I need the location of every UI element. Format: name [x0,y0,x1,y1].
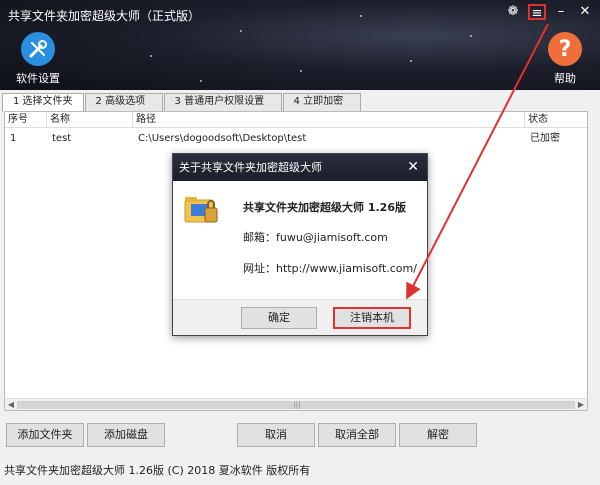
tab-advanced[interactable]: 2 高级选项 [84,93,163,111]
ok-button[interactable]: 确定 [241,307,317,329]
scroll-grip-icon: ||| [293,401,301,409]
skin-icon[interactable]: ❁ [504,4,522,20]
dialog-close-icon[interactable]: ✕ [407,154,419,181]
star-decoration [360,15,362,17]
cancel-all-button[interactable]: 取消全部 [318,423,396,447]
menu-icon[interactable]: ≡ [528,4,546,21]
scroll-left-icon[interactable]: ◀ [5,399,17,411]
star-decoration [200,80,202,82]
star-decoration [240,30,242,32]
close-icon[interactable]: ✕ [576,4,594,20]
settings-button[interactable]: 软件设置 [16,32,60,86]
decrypt-button[interactable]: 解密 [399,423,477,447]
column-header-index[interactable]: 序号 [5,112,47,128]
tab-permissions[interactable]: 3 普通用户权限设置 [163,93,282,111]
question-icon: ? [548,32,582,66]
help-button[interactable]: ? 帮助 [548,32,582,86]
tab-bar: 1 选择文件夹 2 高级选项 3 普通用户权限设置 4 立即加密 [2,93,362,112]
dialog-title-bar: 关于共享文件夹加密超级大师 ✕ [173,154,427,181]
product-name: 共享文件夹加密超级大师 1.26版 [243,201,406,214]
horizontal-scrollbar[interactable]: ◀ ||| ▶ [5,398,587,410]
window-title: 共享文件夹加密超级大师（正式版） [8,9,201,23]
website-url: 网址：http://www.jiamisoft.com/ [243,262,417,275]
tab-encrypt-now[interactable]: 4 立即加密 [282,93,361,111]
contact-email: 邮箱：fuwu@jiamisoft.com [243,231,388,244]
star-decoration [300,70,302,72]
settings-label: 软件设置 [16,72,60,85]
header-bar: 共享文件夹加密超级大师（正式版） ❁ ≡ – ✕ 软件设置 ? 帮助 [0,0,600,90]
scroll-right-icon[interactable]: ▶ [575,399,587,411]
add-folder-button[interactable]: 添加文件夹 [6,423,84,447]
dialog-title: 关于共享文件夹加密超级大师 [179,161,322,174]
star-decoration [470,35,472,37]
window-controls: ❁ ≡ – ✕ [504,4,594,21]
minimize-icon[interactable]: – [552,4,570,20]
help-label: 帮助 [554,72,576,85]
unregister-button[interactable]: 注销本机 [333,307,411,329]
row-path: C:\Users\dogoodsoft\Desktop\test [138,133,307,144]
cancel-button[interactable]: 取消 [237,423,315,447]
folder-lock-icon [183,190,221,228]
row-index: 1 [10,133,17,144]
star-decoration [150,55,152,57]
tab-select-folder[interactable]: 1 选择文件夹 [2,93,84,112]
column-header-status[interactable]: 状态 [525,112,587,128]
row-status: 已加密 [530,133,560,144]
about-dialog: 关于共享文件夹加密超级大师 ✕ 共享文件夹加密超级大师 1.26版 邮箱：fuw… [172,153,428,336]
status-bar: 共享文件夹加密超级大师 1.26版 (C) 2018 夏冰软件 版权所有 [4,464,311,477]
star-decoration [410,60,412,62]
wrench-screwdriver-icon [21,32,55,66]
dialog-footer: 确定 注销本机 [173,299,427,335]
add-disk-button[interactable]: 添加磁盘 [87,423,165,447]
column-header-name[interactable]: 名称 [47,112,133,128]
row-name: test [52,133,72,144]
column-header-path[interactable]: 路径 [133,112,525,128]
